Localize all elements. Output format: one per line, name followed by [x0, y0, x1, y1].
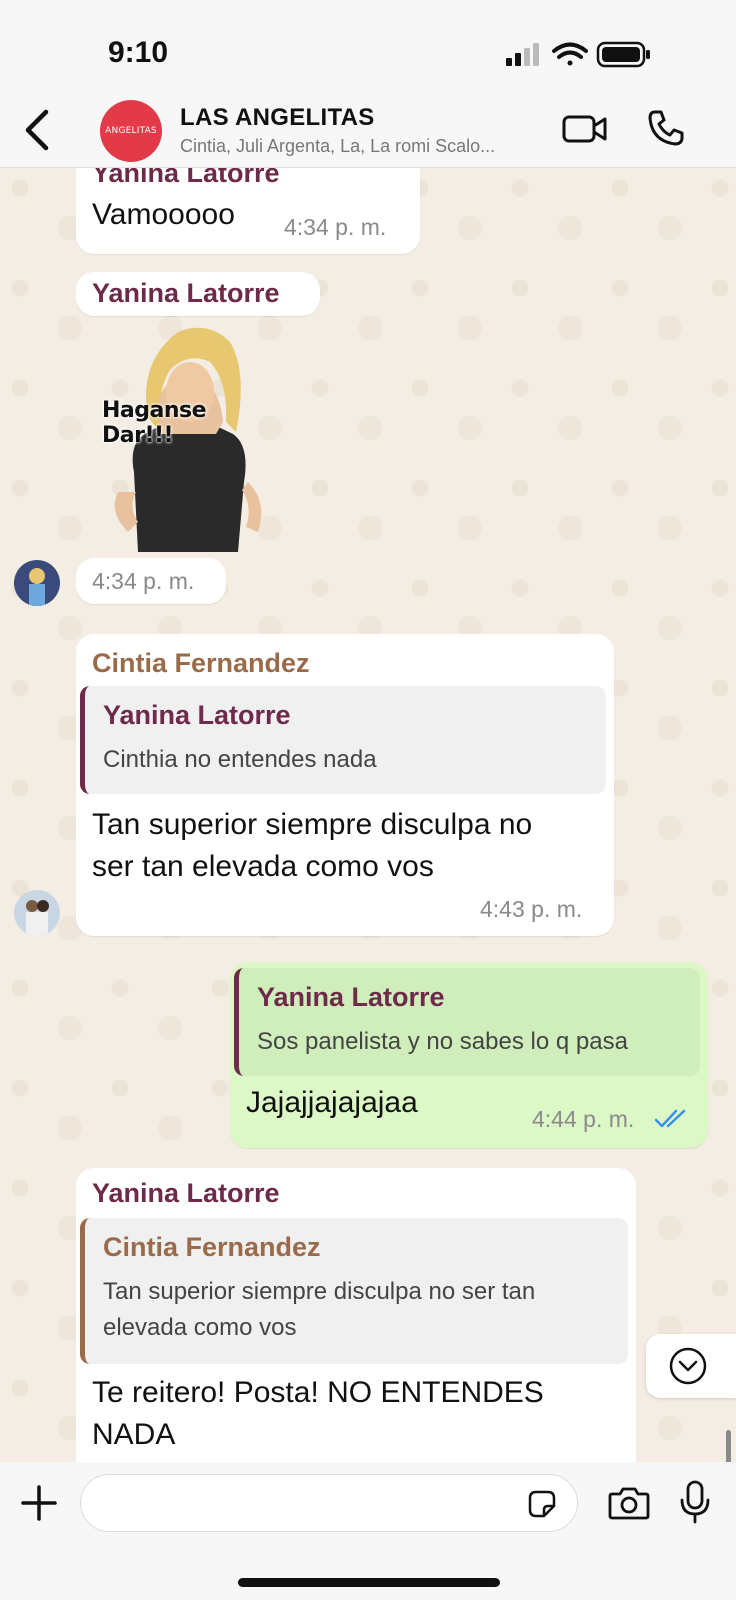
quoted-sender: Yanina Latorre — [103, 700, 291, 730]
outgoing-message-bubble[interactable]: Yanina Latorre Sos panelista y no sabes … — [230, 962, 708, 1148]
phone-icon — [648, 110, 684, 146]
message-text-line1: Te reitero! Posta! NO ENTENDES — [92, 1376, 544, 1409]
microphone-button[interactable] — [678, 1480, 712, 1524]
read-receipt-icon — [654, 1109, 686, 1128]
time-bubble: 4:34 p. m. — [76, 558, 226, 604]
camera-button[interactable] — [608, 1484, 650, 1522]
video-call-button[interactable] — [562, 112, 608, 146]
sticker-image[interactable]: Haganse Dar!!! — [98, 322, 276, 552]
message-text-line2: ser tan elevada como vos — [92, 850, 434, 883]
group-avatar[interactable]: ANGELITAS — [100, 100, 162, 162]
attach-button[interactable] — [20, 1484, 58, 1522]
avatar[interactable] — [14, 890, 60, 936]
quoted-sender: Yanina Latorre — [257, 982, 445, 1012]
signal-icon — [506, 43, 539, 66]
quoted-text: Sos panelista y no sabes lo q pasa — [257, 1028, 628, 1055]
message-bubble[interactable]: Yanina Latorre Cintia Fernandez Tan supe… — [76, 1168, 636, 1462]
sender-name: Yanina Latorre — [92, 278, 280, 308]
message-text: Vamooooo — [92, 198, 235, 231]
sticker-caption: Haganse Dar!!! — [102, 398, 207, 448]
message-time: 4:34 p. m. — [92, 568, 195, 594]
message-text: Jajajjajajajaa — [246, 1086, 418, 1119]
message-time: 4:34 p. m. — [284, 214, 387, 240]
status-icons — [506, 40, 656, 75]
message-time: 4:44 p. m. — [532, 1106, 635, 1132]
home-indicator — [238, 1578, 500, 1587]
quoted-text: Cinthia no entendes nada — [103, 746, 377, 773]
back-button[interactable] — [20, 106, 56, 154]
voice-call-button[interactable] — [646, 108, 686, 148]
status-time: 9:10 — [108, 36, 169, 69]
quoted-message[interactable]: Cintia Fernandez Tan superior siempre di… — [80, 1218, 628, 1364]
quoted-text-line1: Tan superior siempre disculpa no ser tan — [103, 1278, 536, 1305]
message-text-line2: NADA — [92, 1418, 176, 1451]
sticker-button[interactable] — [526, 1488, 558, 1520]
sender-name: Yanina Latorre — [92, 1178, 280, 1208]
message-bubble[interactable]: Cintia Fernandez Yanina Latorre Cinthia … — [76, 634, 614, 936]
microphone-icon — [680, 1480, 710, 1524]
battery-icon — [596, 41, 650, 68]
chat-area[interactable]: Yanina Latorre Vamooooo 4:34 p. m. Yanin… — [0, 168, 736, 1462]
scroll-to-bottom-button[interactable] — [646, 1334, 736, 1398]
chat-header: ANGELITAS LAS ANGELITAS Cintia, Juli Arg… — [0, 100, 736, 168]
message-bubble[interactable]: Yanina Latorre Vamooooo 4:34 p. m. — [76, 168, 420, 254]
group-members[interactable]: Cintia, Juli Argenta, La, La romi Scalo.… — [180, 136, 550, 157]
sender-name: Yanina Latorre — [92, 168, 280, 188]
group-title[interactable]: LAS ANGELITAS — [180, 104, 375, 132]
sticker-icon — [528, 1490, 556, 1518]
avatar[interactable] — [14, 560, 60, 606]
scrollbar[interactable] — [726, 1430, 731, 1462]
quoted-message[interactable]: Yanina Latorre Sos panelista y no sabes … — [234, 968, 700, 1076]
video-camera-icon — [562, 115, 607, 143]
chevron-left-icon — [25, 109, 49, 151]
message-text-line1: Tan superior siempre disculpa no — [92, 808, 533, 841]
chevron-down-circle-icon — [669, 1347, 707, 1385]
quoted-message[interactable]: Yanina Latorre Cinthia no entendes nada — [80, 686, 606, 794]
input-bar — [0, 1462, 736, 1600]
camera-icon — [608, 1487, 650, 1520]
sender-name: Cintia Fernandez — [92, 648, 310, 678]
status-bar: 9:10 — [0, 0, 736, 100]
plus-icon — [21, 1485, 57, 1521]
wifi-icon — [552, 42, 588, 66]
message-time: 4:43 p. m. — [480, 896, 583, 922]
message-input[interactable] — [80, 1474, 578, 1532]
quoted-text-line2: elevada como vos — [103, 1314, 297, 1341]
quoted-sender: Cintia Fernandez — [103, 1232, 321, 1262]
sender-label-bubble: Yanina Latorre — [76, 272, 320, 316]
